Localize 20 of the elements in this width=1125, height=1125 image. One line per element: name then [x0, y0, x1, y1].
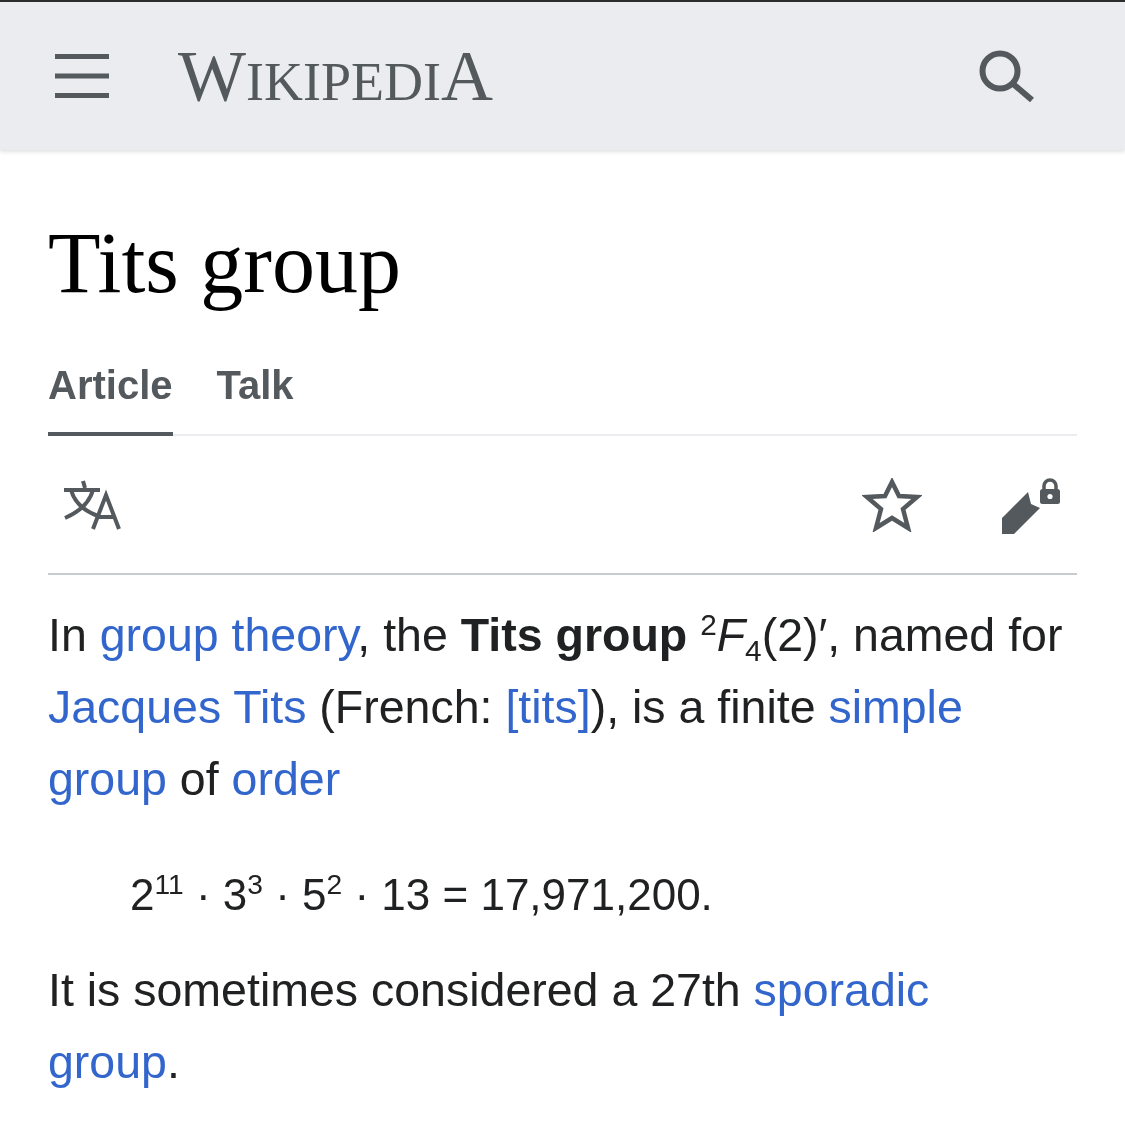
site-logo[interactable]: WIKIPEDIA	[178, 40, 493, 112]
link[interactable]: group	[48, 1036, 167, 1088]
paragraph: It is sometimes considered a 27th sporadic group.	[48, 963, 931, 1090]
paragraph: In group theory, the Tits group $^{2}$F$_{4}$(2)′, named for Jacques Tits (French: [tits]), is a finite simple group of order	[48, 606, 1064, 807]
star-icon[interactable]	[862, 477, 922, 532]
translate-icon[interactable]	[62, 479, 124, 530]
link[interactable]: group theory	[99, 609, 358, 661]
tab[interactable]: Article	[48, 362, 173, 436]
link[interactable]: Jacques Tits	[48, 681, 307, 733]
link[interactable]: sporadic	[753, 964, 930, 1016]
link[interactable]: order	[231, 753, 341, 805]
search-icon[interactable]	[979, 50, 1035, 102]
math-formula: 2$^{11}$ · 3$^{3}$ · 5$^{2}$ · 13 = 17,971,200.	[130, 868, 713, 921]
link[interactable]: group	[48, 753, 167, 805]
link[interactable]: [tits]	[505, 681, 591, 733]
pencil-lock-icon[interactable]	[1002, 475, 1062, 534]
tab[interactable]: Talk	[216, 362, 294, 436]
link[interactable]: simple	[828, 681, 963, 733]
page-title: Tits group	[48, 214, 401, 312]
menu-icon[interactable]	[55, 54, 109, 98]
